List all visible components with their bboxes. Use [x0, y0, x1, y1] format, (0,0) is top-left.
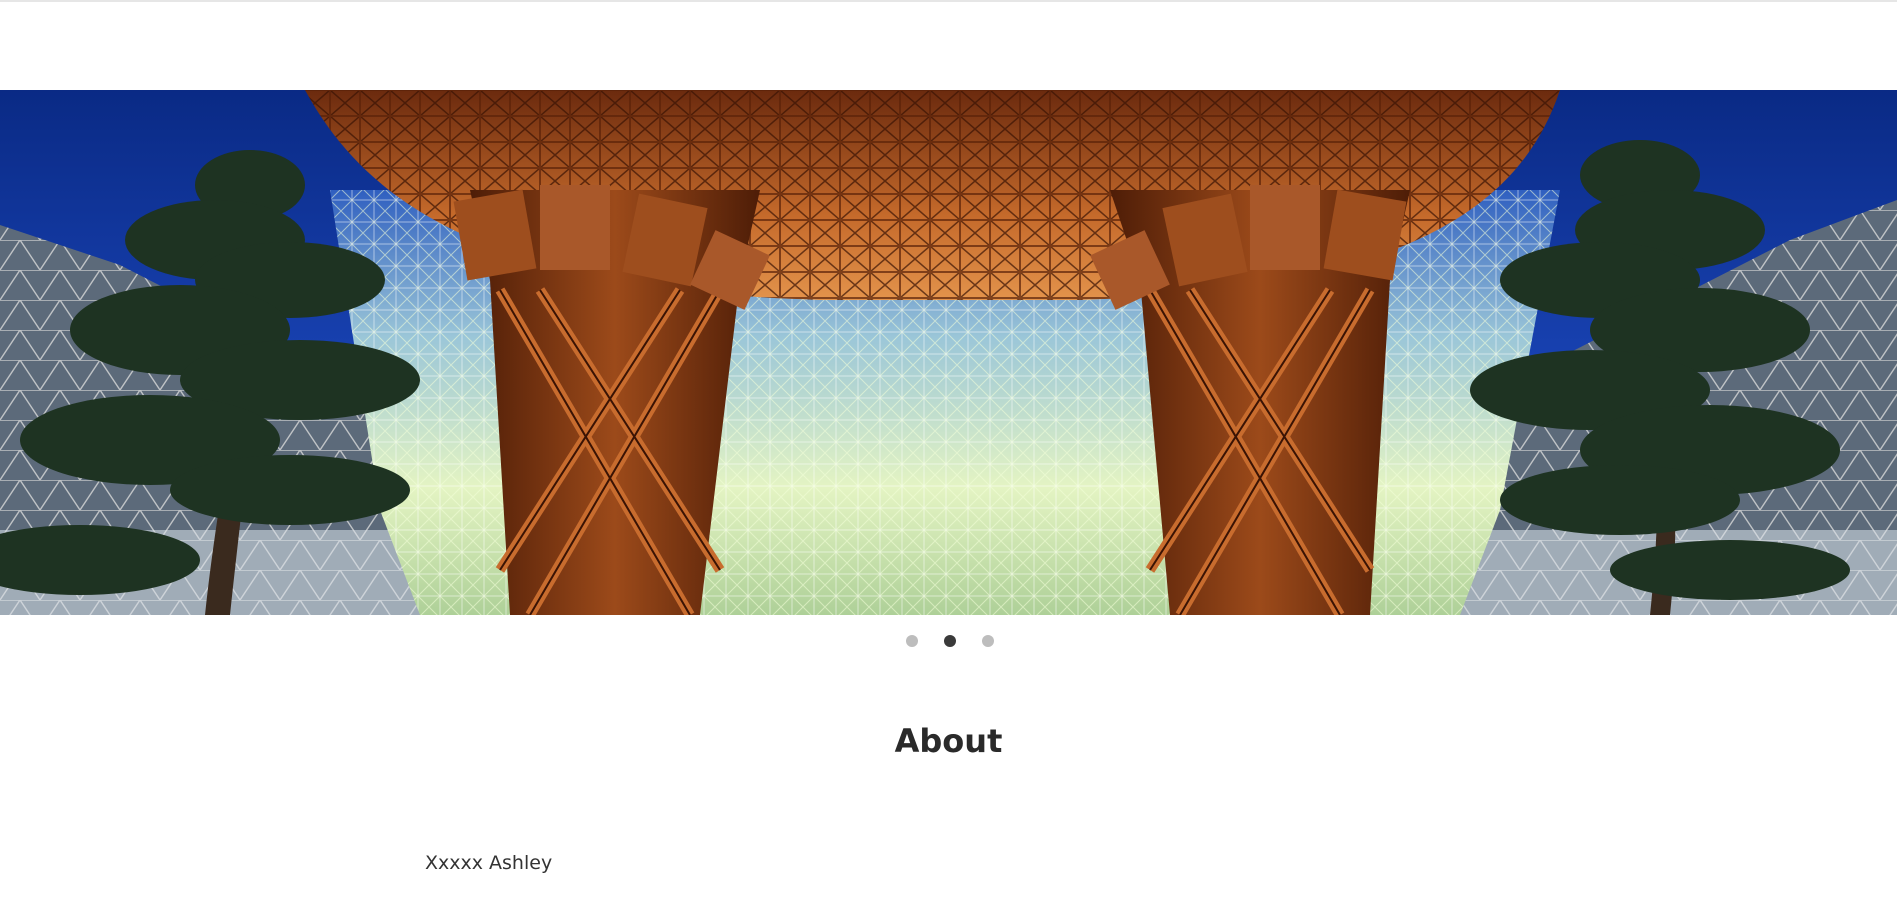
carousel-dot-1[interactable] [906, 635, 918, 647]
carousel-dot-2[interactable] [944, 635, 956, 647]
carousel-dot-3[interactable] [982, 635, 994, 647]
top-divider [0, 0, 1897, 2]
hero-carousel[interactable] [0, 90, 1897, 615]
hero-image [0, 90, 1897, 615]
carousel-indicators [0, 635, 1897, 647]
about-heading: About [894, 722, 1003, 760]
about-name: Xxxxx Ashley [425, 852, 553, 874]
